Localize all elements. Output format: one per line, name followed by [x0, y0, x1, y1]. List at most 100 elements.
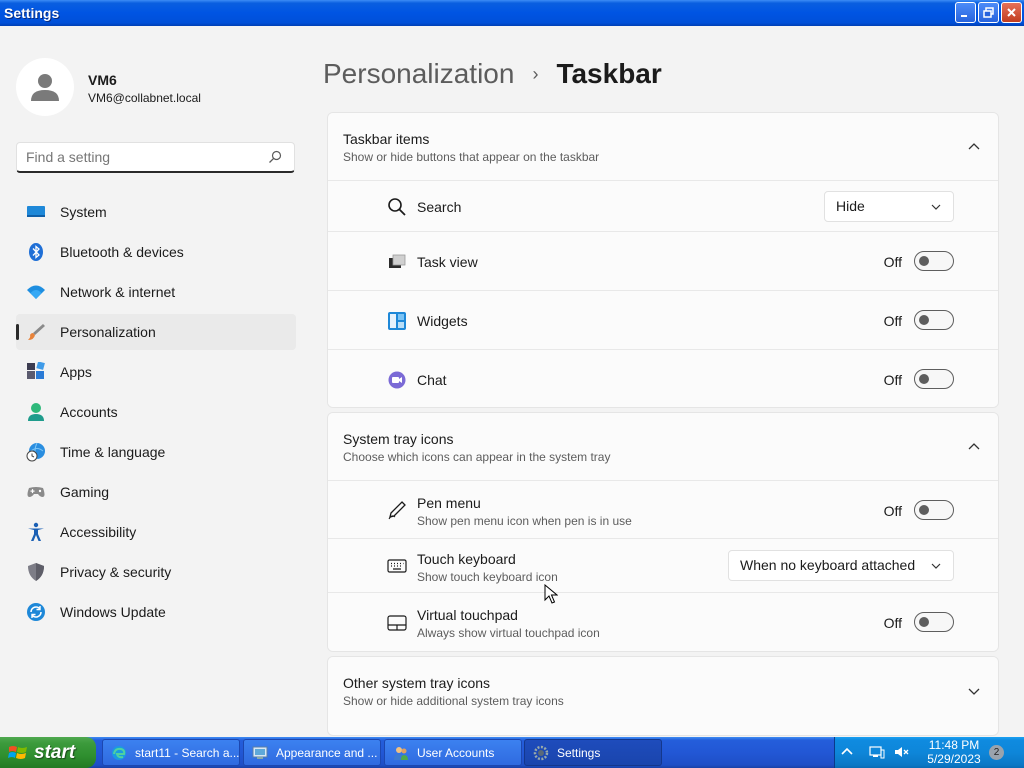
breadcrumb-separator: ›	[532, 63, 539, 84]
chevron-up-icon[interactable]	[839, 744, 855, 760]
setting-description: Show pen menu icon when pen is in use	[417, 514, 632, 528]
taskbar-items-header[interactable]: Taskbar items Show or hide buttons that …	[328, 113, 998, 180]
setting-row-pen-menu: Pen menu Show pen menu icon when pen is …	[328, 480, 998, 538]
restore-icon	[983, 7, 994, 18]
setting-description: Always show virtual touchpad icon	[417, 626, 600, 640]
start-button[interactable]: start	[0, 737, 96, 768]
sidebar-item-windows-update[interactable]: Windows Update	[16, 594, 296, 630]
system-tray: 11:48 PM 5/29/2023 2	[834, 737, 1024, 768]
task-view-icon	[387, 252, 407, 272]
section-subtitle: Choose which icons can appear in the sys…	[343, 450, 611, 464]
setting-label: Task view	[417, 254, 478, 270]
chat-toggle[interactable]	[914, 369, 954, 389]
sidebar-item-label: Bluetooth & devices	[60, 244, 184, 260]
toggle-state-label: Off	[883, 313, 902, 329]
taskbar-items-section: Taskbar items Show or hide buttons that …	[327, 112, 999, 408]
setting-row-search: Search Hide	[328, 180, 998, 231]
chevron-up-icon[interactable]	[968, 141, 980, 153]
search-box[interactable]	[16, 142, 295, 173]
sidebar-item-gaming[interactable]: Gaming	[16, 474, 296, 510]
sidebar-item-label: System	[60, 204, 107, 220]
control-panel-icon	[252, 746, 268, 759]
sidebar-item-label: Apps	[60, 364, 92, 380]
os-taskbar: start start11 - Search a... Appearance a…	[0, 737, 1024, 768]
virtual-touchpad-toggle[interactable]	[914, 612, 954, 632]
toggle-state-label: Off	[883, 372, 902, 388]
taskbar-button-settings[interactable]: Settings	[524, 739, 662, 766]
sidebar-item-accessibility[interactable]: Accessibility	[16, 514, 296, 550]
touchpad-icon	[387, 613, 407, 633]
setting-description: Show touch keyboard icon	[417, 570, 558, 584]
sidebar-item-system[interactable]: System	[16, 194, 296, 230]
taskbar-button-appearance[interactable]: Appearance and ...	[243, 739, 381, 766]
windows-flag-icon	[8, 745, 27, 759]
taskbar-button-user-accounts[interactable]: User Accounts	[384, 739, 522, 766]
start-label: start	[34, 741, 76, 763]
sidebar-item-label: Windows Update	[60, 604, 166, 620]
system-tray-header[interactable]: System tray icons Choose which icons can…	[328, 413, 998, 480]
task-view-toggle[interactable]	[914, 251, 954, 271]
chat-icon	[387, 370, 407, 390]
sidebar-item-accounts[interactable]: Accounts	[16, 394, 296, 430]
sidebar-item-network[interactable]: Network & internet	[16, 274, 296, 310]
chevron-up-icon[interactable]	[968, 441, 980, 453]
breadcrumb-parent[interactable]: Personalization	[323, 58, 514, 90]
users-icon	[394, 746, 408, 760]
breadcrumb: Personalization › Taskbar	[323, 58, 662, 90]
pen-menu-toggle[interactable]	[914, 500, 954, 520]
sidebar-item-label: Accessibility	[60, 524, 137, 540]
settings-gear-icon	[533, 745, 549, 760]
sidebar-item-label: Accounts	[60, 404, 118, 420]
avatar[interactable]	[16, 58, 74, 116]
sidebar-item-apps[interactable]: Apps	[16, 354, 296, 390]
window-titlebar[interactable]: Settings	[0, 0, 1024, 26]
touch-keyboard-dropdown[interactable]: When no keyboard attached	[728, 550, 954, 581]
sidebar-item-personalization[interactable]: Personalization	[16, 314, 296, 350]
setting-row-touch-keyboard: Touch keyboard Show touch keyboard icon …	[328, 538, 998, 592]
taskbar-button-edge[interactable]: start11 - Search a...	[102, 739, 240, 766]
sidebar-nav: System Bluetooth & devices Network & int…	[16, 194, 296, 634]
user-name: VM6	[88, 72, 117, 88]
sidebar-item-bluetooth[interactable]: Bluetooth & devices	[16, 234, 296, 270]
gamepad-icon	[26, 482, 46, 502]
system-clock[interactable]: 11:48 PM 5/29/2023	[919, 738, 989, 766]
search-icon[interactable]	[268, 150, 282, 164]
section-subtitle: Show or hide buttons that appear on the …	[343, 150, 600, 164]
taskbar-button-label: start11 - Search a...	[135, 745, 240, 760]
page-title: Taskbar	[556, 58, 662, 89]
setting-row-chat: Chat Off	[328, 349, 998, 407]
taskbar-button-label: User Accounts	[417, 745, 495, 760]
notification-badge[interactable]: 2	[989, 745, 1004, 760]
setting-row-virtual-touchpad: Virtual touchpad Always show virtual tou…	[328, 592, 998, 651]
minimize-button[interactable]	[955, 2, 976, 23]
window-title: Settings	[4, 5, 60, 21]
clock-time: 11:48 PM	[928, 738, 980, 752]
sidebar-item-label: Personalization	[60, 324, 156, 340]
volume-muted-icon[interactable]	[893, 744, 909, 760]
sidebar-item-label: Network & internet	[60, 284, 176, 300]
close-button[interactable]	[1001, 2, 1022, 23]
sidebar-item-privacy[interactable]: Privacy & security	[16, 554, 296, 590]
restore-button[interactable]	[978, 2, 999, 23]
setting-label: Widgets	[417, 313, 468, 329]
sidebar-item-time-language[interactable]: Time & language	[16, 434, 296, 470]
chevron-down-icon	[931, 563, 941, 569]
accessibility-icon	[26, 522, 46, 542]
chevron-down-icon[interactable]	[968, 685, 980, 697]
bluetooth-icon	[26, 242, 46, 262]
search-input[interactable]	[17, 143, 257, 171]
network-tray-icon[interactable]	[869, 744, 885, 760]
widgets-toggle[interactable]	[914, 310, 954, 330]
other-tray-header[interactable]: Other system tray icons Show or hide add…	[328, 657, 998, 724]
dropdown-value: Hide	[836, 198, 865, 214]
chevron-down-icon	[931, 204, 941, 210]
other-tray-section: Other system tray icons Show or hide add…	[327, 656, 999, 736]
setting-label: Virtual touchpad	[417, 607, 518, 623]
mouse-cursor-icon	[544, 584, 558, 604]
system-tray-section: System tray icons Choose which icons can…	[327, 412, 999, 652]
search-visibility-dropdown[interactable]: Hide	[824, 191, 954, 222]
section-title: Taskbar items	[343, 131, 430, 147]
sidebar-item-label: Privacy & security	[60, 564, 172, 580]
taskbar-button-label: Appearance and ...	[276, 745, 378, 760]
section-subtitle: Show or hide additional system tray icon…	[343, 694, 564, 708]
